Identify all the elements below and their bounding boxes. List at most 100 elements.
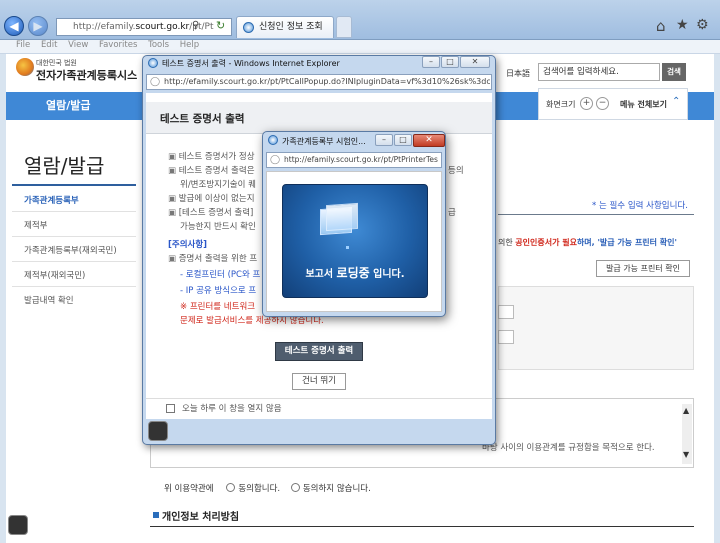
page-favicon-icon [243,22,254,33]
menu-file[interactable]: File [16,40,30,50]
ie-icon [148,58,158,68]
page-heading: 열람/발급 [24,154,105,178]
popup2-close-button[interactable]: ✕ [413,134,445,147]
privacy-heading: 개인정보 처리방침 [162,512,240,523]
language-link[interactable]: 日本語 [506,68,530,79]
zoom-out-button[interactable]: − [596,97,609,110]
popup1-line-5: ▣ [테스트 증명서 출력] [168,208,254,218]
popup1-line-4: ▣ 발급에 이상이 없는지 [168,194,255,204]
form-input-1[interactable] [498,305,514,319]
loading-prefix: 보고서 [305,269,337,280]
sidebar-item-family-register-overseas[interactable]: 가족관계등록부(재외국민) [12,240,136,262]
form-area [498,286,694,370]
agree-yes-label[interactable]: 동의합니다. [238,484,280,494]
site-search-input[interactable]: 검색어를 입력하세요. [538,63,660,81]
agree-yes-radio[interactable] [226,483,236,492]
popup1-address-text: http://efamily.scourt.go.kr/pt/PtCallPop… [164,77,490,86]
popup1-line-3: 위/변조방지기술이 퀘 [180,180,256,190]
popup1-line-tail-5: 급 [448,208,456,218]
zoom-in-button[interactable]: + [580,97,593,110]
printer-check-button[interactable]: 발급 가능 프린터 확인 [596,260,690,277]
nav-item-view-issue[interactable]: 열람/발급 [46,92,91,120]
popup1-line-text-2: 테스트 증명서 출력은 [178,166,255,176]
popup1-heading: 테스트 증명서 출력 [160,113,245,125]
sidebar-divider [12,184,136,186]
popup1-minimize-button[interactable]: – [422,56,440,68]
dont-show-checkbox[interactable] [166,404,175,413]
site-name[interactable]: 전자가족관계등록시스 [36,67,137,83]
popup1-title: 테스트 증명서 출력 - Windows Internet Explorer [162,59,340,68]
sidebar-item-issue-history[interactable]: 발급내역 확인 [12,290,136,312]
new-tab-button[interactable] [336,16,352,38]
required-note: * 는 필수 입력 사항입니다. [592,201,688,211]
popup1-status-icon[interactable] [148,421,168,441]
popup1-line-text-5: [테스트 증명서 출력] [178,208,254,218]
font-size-label: 화면크기 [546,100,576,109]
loading-suffix: 입니다. [369,269,405,280]
popup1-close-button[interactable]: ✕ [460,56,490,68]
menu-view[interactable]: View [68,40,88,50]
form-input-2[interactable] [498,330,514,344]
address-bar[interactable]: http://efamily.scourt.go.kr/pt/Pt [56,18,232,36]
loading-text: 보고서 로딩중 입니다. [286,264,424,281]
popup1-warn-1: ※ 프린터를 네트워크 [180,302,256,312]
popup1-notice-line-text: 증명서 출력을 위한 프 [178,254,258,264]
site-search-button[interactable]: 검색 [662,63,686,81]
court-logo-icon [16,58,34,76]
browser-menubar: File Edit View Favorites Tools Help [0,40,720,54]
popup1-line-1: ▣ 테스트 증명서가 정상 [168,152,255,162]
menu-tools[interactable]: Tools [148,40,169,50]
popup1-line-text-4: 발급에 이상이 없는지 [178,194,255,204]
agree-no-label[interactable]: 동의하지 않습니다. [303,484,371,494]
test-print-button[interactable]: 테스트 증명서 출력 [275,342,363,361]
back-button[interactable]: ◀ [4,16,24,36]
forward-button[interactable]: ▶ [28,16,48,36]
dont-show-label[interactable]: 오늘 하루 이 창을 열지 않음 [182,403,282,415]
favorites-star-icon[interactable]: ★ [676,17,689,33]
popup1-page-icon: ◯ [150,77,161,87]
popup1-notice-line: ▣ 증명서 출력을 위한 프 [168,254,258,264]
chevron-up-icon[interactable]: ⌃ [672,96,680,107]
document-stack-icon-back [326,202,358,232]
cert-note: 의한 공인인증서가 필요하며, '발급 가능 프린터 확인' [498,237,677,248]
skip-button[interactable]: 건너 뛰기 [292,373,346,390]
popup1-maximize-button[interactable]: □ [441,56,459,68]
menu-all-link[interactable]: 메뉴 전체보기 [620,99,667,110]
popup1-footer-rule [146,398,492,399]
privacy-bullet-icon [153,512,159,518]
sidebar-item-family-register[interactable]: 가족관계등록부 [12,190,136,212]
agree-no-radio[interactable] [290,483,300,492]
menu-favorites[interactable]: Favorites [99,40,137,50]
popup2-minimize-button[interactable]: – [375,134,393,146]
cert-note-red: 공인인증서가 필요 [515,238,577,247]
home-icon[interactable]: ⌂ [656,17,666,35]
address-prefix: http://efamily. [73,22,136,32]
popup2-page-icon: ◯ [270,155,281,165]
tab-active[interactable]: 신청인 정보 조회 [236,16,334,38]
popup1-line-2: ▣ 테스트 증명서 출력은 [168,166,255,176]
menu-edit[interactable]: Edit [41,40,57,50]
sidebar-item-removed-register[interactable]: 제적부 [12,215,136,237]
scroll-down-icon[interactable]: ▼ [683,450,689,459]
plugin-status-icon[interactable] [8,515,28,535]
address-host: scourt.go.kr [135,22,190,32]
refresh-icon[interactable]: ↻ [216,19,225,32]
cert-note-suffix: 하며, '발급 가능 프린터 확인' [576,238,677,247]
cert-note-prefix: 의한 [498,238,516,247]
agree-row: 위 이용약관에 동의합니다. 동의하지 않습니다. [164,482,371,494]
popup1-sub-2: - IP 공유 방식으로 프 [180,286,257,296]
popup1-line-6: 가능한지 반드시 확인 [180,222,256,232]
popup2-ie-icon [268,135,278,145]
popup1-sub-1: - 로컬프린터 (PC와 프 [180,270,261,280]
popup2-maximize-button[interactable]: □ [394,134,412,146]
search-icon[interactable]: ⚲ [192,20,199,31]
scroll-up-icon[interactable]: ▲ [683,406,689,415]
popup2-title: 가족관계등록부 시험인... [282,137,366,146]
loading-dot [346,246,349,249]
tab-title: 신청인 정보 조회 [259,22,323,32]
settings-gear-icon[interactable]: ⚙ [696,17,709,33]
content-rule [498,214,694,215]
menu-help[interactable]: Help [180,40,199,50]
popup1-line-tail-2: 등의 [448,166,464,176]
sidebar-item-removed-register-overseas[interactable]: 제적부(재외국민) [12,265,136,287]
